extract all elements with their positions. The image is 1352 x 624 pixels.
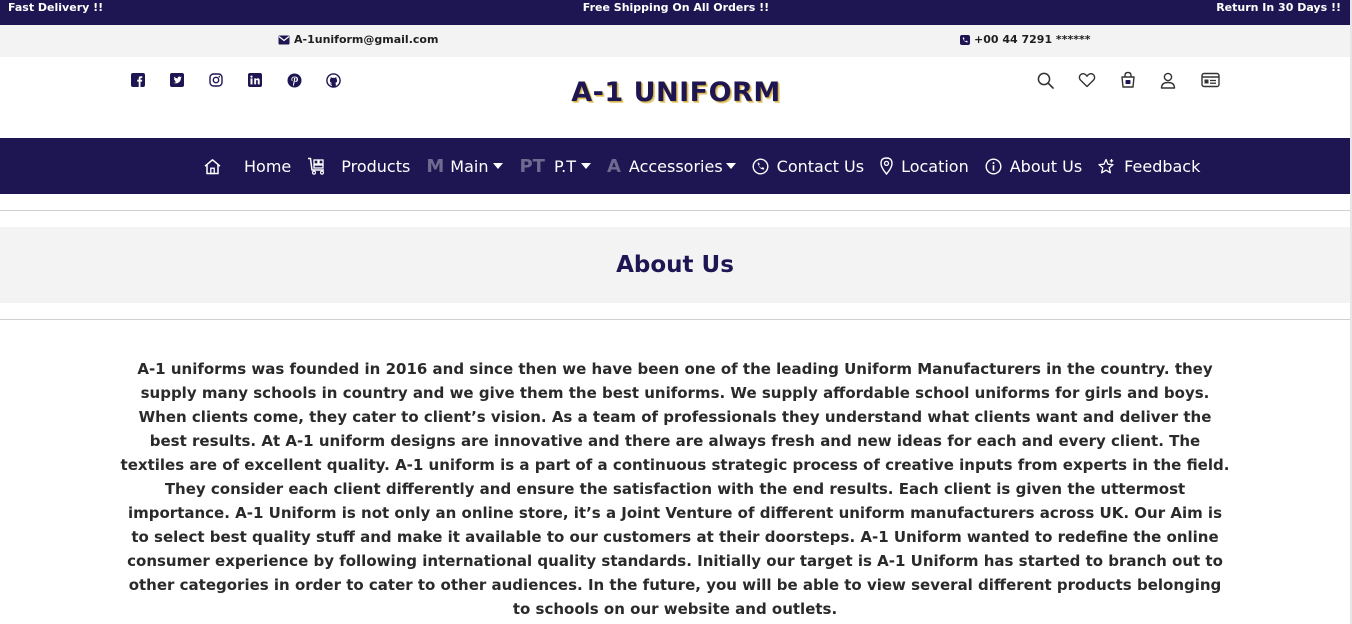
nav-contact-label: Contact Us (776, 156, 865, 176)
nav-feedback[interactable]: Feedback (1098, 157, 1200, 176)
nav-contact[interactable]: Contact Us (752, 157, 864, 176)
brand-row: A-1 UNIFORM (0, 57, 1352, 138)
nav-accessories-label: Accessories (628, 156, 723, 176)
nav-feedback-label: Feedback (1124, 156, 1201, 176)
info-icon (985, 157, 1002, 175)
nav-products-label: Products (341, 156, 411, 176)
phone-icon (960, 34, 970, 45)
page-title: About Us (616, 252, 734, 278)
chevron-down-icon (725, 163, 736, 169)
phone-text: +00 44 7291 ****** (974, 33, 1091, 46)
heart-icon[interactable] (1078, 71, 1119, 89)
returns-text: Return In 30 Days !! (1216, 1, 1341, 14)
nav-products[interactable]: Products (307, 157, 410, 176)
nav-location[interactable]: Location (880, 157, 969, 176)
pt-letter-icon: PT (519, 155, 545, 177)
nav-pt-dropdown[interactable]: PT P.T (519, 156, 591, 177)
nav-location-label: Location (901, 156, 969, 176)
user-icon[interactable] (1160, 71, 1201, 89)
nav-home-label: Home (244, 156, 292, 176)
main-letter-icon: M (426, 155, 445, 177)
phone-contact[interactable]: +00 44 7291 ****** (960, 33, 1090, 46)
email-text: A-1uniform@gmail.com (294, 33, 439, 46)
nav-main-dropdown[interactable]: M Main (426, 155, 504, 177)
divider (0, 319, 1350, 320)
announcement-bar: Fast Delivery !! Free Shipping On All Or… (0, 0, 1352, 25)
header-actions (1037, 71, 1242, 89)
nav-about[interactable]: About Us (985, 157, 1082, 176)
free-shipping-text: Free Shipping On All Orders !! (582, 1, 770, 14)
products-trolley-icon (307, 157, 327, 175)
about-text: A-1 uniforms was founded in 2016 and sin… (120, 360, 1230, 618)
phone-circle-icon (752, 157, 769, 175)
nav-about-label: About Us (1009, 156, 1083, 176)
nav-pt-label: P.T (553, 156, 576, 176)
star-feedback-icon (1098, 158, 1116, 175)
envelope-icon (278, 35, 290, 45)
chevron-down-icon (580, 163, 591, 169)
page-title-band: About Us (0, 227, 1350, 303)
accessories-letter-icon: A (606, 155, 621, 177)
location-pin-icon (880, 157, 893, 175)
main-navbar: Home Products M Main PT P.T A Accessorie… (0, 138, 1352, 194)
nav-main-label: Main (450, 156, 489, 176)
cart-icon[interactable] (1119, 71, 1160, 89)
nav-accessories-dropdown[interactable]: A Accessories (607, 156, 736, 177)
nav-home[interactable]: Home (203, 157, 291, 176)
contact-bar: A-1uniform@gmail.com +00 44 7291 ****** (0, 25, 1352, 57)
account-card-icon[interactable] (1201, 71, 1242, 89)
search-icon[interactable] (1037, 71, 1078, 89)
divider (0, 210, 1350, 211)
home-icon (203, 158, 222, 175)
chevron-down-icon (493, 163, 504, 169)
email-contact[interactable]: A-1uniform@gmail.com (278, 33, 438, 46)
